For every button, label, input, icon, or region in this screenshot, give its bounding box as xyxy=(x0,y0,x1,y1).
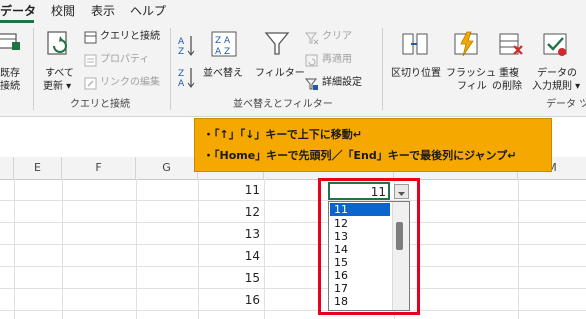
existing-connections-label-1: 既存 xyxy=(0,68,20,79)
sort-label: 並べ替え xyxy=(203,68,243,79)
data-validation-button[interactable]: データの 入力規則 ▾ xyxy=(532,28,586,96)
svg-text:Z: Z xyxy=(178,69,184,79)
table-row: 14 xyxy=(0,245,586,267)
edit-links-icon xyxy=(84,77,97,90)
refresh-all-button[interactable]: すべて 更新 ▾ xyxy=(40,28,78,96)
reapply-icon xyxy=(305,54,318,67)
group-separator xyxy=(170,28,171,110)
text-to-columns-button[interactable]: 区切り位置 xyxy=(388,28,442,96)
group-label-sort-filter: 並べ替えとフィルター xyxy=(233,99,333,110)
svg-text:A: A xyxy=(178,37,185,47)
svg-text:Z: Z xyxy=(178,47,184,57)
flash-fill-label-2: フィル xyxy=(457,81,487,92)
clear-label: クリア xyxy=(322,31,352,42)
sort-icon: Z A A Z xyxy=(211,31,237,57)
remove-duplicates-icon xyxy=(499,33,523,55)
remove-duplicates-button[interactable]: 重複 の削除 xyxy=(492,28,530,96)
reapply-button: 再適用 xyxy=(305,53,375,69)
tab-view[interactable]: 表示 xyxy=(91,4,115,18)
column-header-e[interactable]: E xyxy=(14,157,62,179)
clear-button: クリア xyxy=(305,30,375,46)
refresh-all-label-2: 更新 ▾ xyxy=(43,81,72,92)
refresh-all-label-1: すべて xyxy=(45,68,74,79)
cell-value[interactable]: 11 xyxy=(210,183,260,197)
refresh-icon xyxy=(47,31,67,55)
sort-ascending-descending-icon: A Z Z A xyxy=(178,36,195,89)
advanced-filter-button[interactable]: 詳細設定 xyxy=(305,76,375,92)
column-header-g[interactable]: G xyxy=(136,157,198,179)
queries-connections-button[interactable]: クエリと接続 xyxy=(84,30,164,46)
group-label-data-tools: データ ツ xyxy=(546,99,586,110)
tab-data[interactable]: データ xyxy=(0,4,36,18)
tab-review[interactable]: 校閲 xyxy=(51,4,75,18)
queries-icon xyxy=(84,31,97,44)
table-row: 12 xyxy=(0,201,586,223)
table-row: 16 xyxy=(0,289,586,311)
properties-icon xyxy=(84,54,97,67)
table-row: 15 xyxy=(0,267,586,289)
data-validation-label-1: データの xyxy=(537,68,577,79)
reapply-label: 再適用 xyxy=(322,54,352,65)
ribbon: 既存 接続 すべて 更新 ▾ クエリと接続 プロパティ リンクの編集 クエリと接… xyxy=(0,24,586,117)
column-header-f[interactable]: F xyxy=(62,157,136,179)
cell-value[interactable]: 14 xyxy=(210,249,260,263)
properties-label: プロパティ xyxy=(100,54,150,65)
existing-connections-label-2: 接続 xyxy=(0,81,20,92)
column-header-d[interactable] xyxy=(0,157,14,179)
advanced-filter-label: 詳細設定 xyxy=(322,77,362,88)
filter-funnel-icon xyxy=(264,32,290,55)
sort-az-za-buttons[interactable]: A Z Z A xyxy=(176,32,198,92)
cell-value[interactable]: 15 xyxy=(210,271,260,285)
callout-line-1: ・「↑」「↓」キーで上下に移動↵ xyxy=(203,128,362,141)
cell-value[interactable]: 13 xyxy=(210,227,260,241)
instruction-callout: ・「↑」「↓」キーで上下に移動↵ ・「Home」キーで先頭列／「End」キーで最… xyxy=(194,118,552,172)
active-tab-indicator xyxy=(0,20,34,23)
filter-button[interactable]: フィルター xyxy=(255,28,305,96)
existing-connections-icon xyxy=(0,33,20,50)
edit-links-label: リンクの編集 xyxy=(100,77,160,88)
filter-label: フィルター xyxy=(255,68,305,79)
table-row: 13 xyxy=(0,223,586,245)
group-separator xyxy=(382,28,383,110)
queries-connections-label: クエリと接続 xyxy=(100,31,160,42)
flash-fill-icon xyxy=(454,31,478,57)
svg-text:A Z: A Z xyxy=(215,47,230,57)
sort-button[interactable]: Z A A Z 並べ替え xyxy=(203,28,247,96)
data-validation-label-2: 入力規則 ▾ xyxy=(532,81,581,92)
edit-links-button: リンクの編集 xyxy=(84,76,164,92)
callout-line-2: ・「Home」キーで先頭列／「End」キーで最後列にジャンプ↵ xyxy=(203,149,517,162)
cell-value[interactable]: 16 xyxy=(210,293,260,307)
highlight-frame xyxy=(318,178,420,315)
group-separator xyxy=(33,28,34,110)
svg-text:Z A: Z A xyxy=(215,36,231,46)
data-validation-icon xyxy=(543,33,567,56)
ribbon-tab-bar: データ 校閲 表示 ヘルプ xyxy=(0,0,586,24)
remove-duplicates-label-2: の削除 xyxy=(492,81,522,92)
svg-text:A: A xyxy=(178,79,185,89)
remove-duplicates-label-1: 重複 xyxy=(499,68,519,79)
existing-connections-button[interactable]: 既存 接続 xyxy=(0,28,26,96)
group-label-queries: クエリと接続 xyxy=(70,99,130,110)
text-to-columns-label: 区切り位置 xyxy=(391,68,441,79)
advanced-filter-icon xyxy=(305,78,318,90)
flash-fill-label-1: フラッシュ xyxy=(446,68,496,79)
table-row: 11 xyxy=(0,179,586,201)
properties-button: プロパティ xyxy=(84,53,164,69)
flash-fill-button[interactable]: フラッシュ フィル xyxy=(446,28,496,96)
cell-value[interactable]: 12 xyxy=(210,205,260,219)
tab-help[interactable]: ヘルプ xyxy=(130,4,166,18)
clear-filter-icon xyxy=(305,32,319,45)
text-to-columns-icon xyxy=(402,33,428,55)
